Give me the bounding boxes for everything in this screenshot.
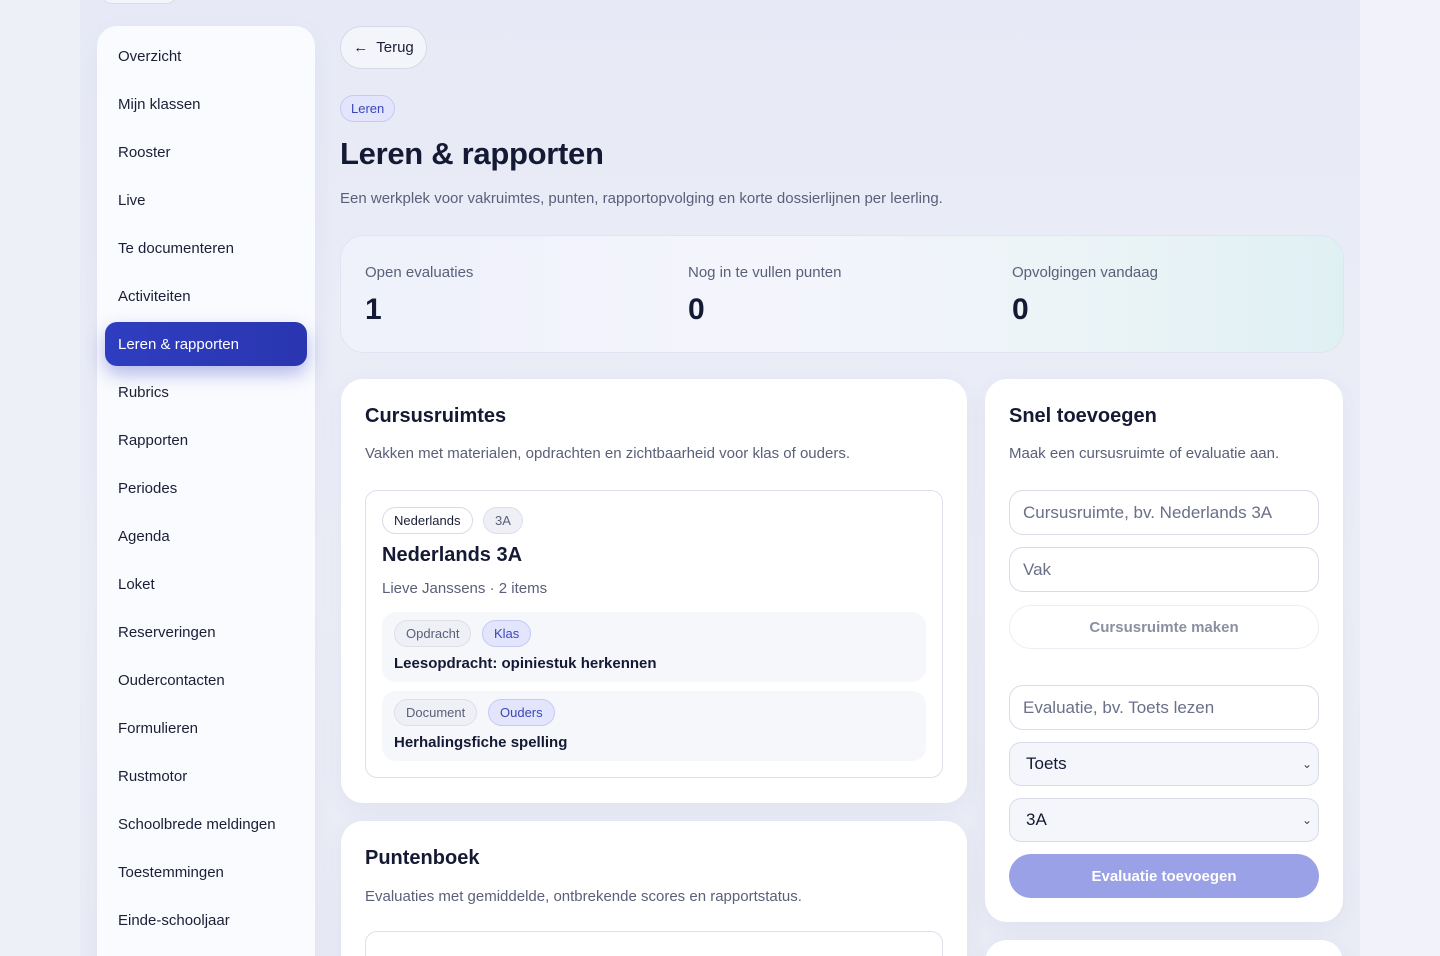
sidebar-item-rapporten[interactable]: Rapporten: [105, 418, 307, 462]
class-select[interactable]: 3A ⌄: [1009, 798, 1319, 842]
stat-nog-in-te-vullen: Nog in te vullen punten 0: [688, 264, 841, 327]
quick-add-subtitle: Maak een cursusruimte of evaluatie aan.: [1009, 445, 1280, 462]
back-button-label: Terug: [376, 39, 414, 56]
course-meta: Lieve Janssens · 2 items: [382, 580, 548, 597]
item-title: Herhalingsfiche spelling: [394, 734, 568, 751]
sidebar-item-loket[interactable]: Loket: [105, 562, 307, 606]
courses-card: Cursusruimtes Vakken met materialen, opd…: [341, 379, 967, 803]
sidebar-item-leren-rapporten[interactable]: Leren & rapporten: [105, 322, 307, 366]
item-type-chip: Opdracht: [394, 620, 472, 647]
gradebook-row[interactable]: [365, 931, 943, 956]
sidebar-item-rubrics[interactable]: Rubrics: [105, 370, 307, 414]
stat-opvolgingen-vandaag: Opvolgingen vandaag 0: [1012, 264, 1158, 327]
sidebar-item-einde-schooljaar[interactable]: Einde-schooljaar: [105, 898, 307, 942]
page-background-right: [1360, 0, 1440, 956]
evaluation-name-input[interactable]: Evaluatie, bv. Toets lezen: [1009, 685, 1319, 730]
list-item[interactable]: Opdracht Klas Leesopdracht: opiniestuk h…: [382, 612, 926, 682]
stat-label: Open evaluaties: [365, 264, 474, 281]
gradebook-title: Puntenboek: [365, 847, 480, 869]
sidebar-item-mijn-klassen[interactable]: Mijn klassen: [105, 82, 307, 126]
item-type-chip: Document: [394, 699, 478, 726]
item-audience-chip: Ouders: [488, 699, 555, 726]
evaluation-type-value: Toets: [1026, 754, 1067, 773]
stat-value: 1: [365, 293, 382, 326]
page-title: Leren & rapporten: [340, 136, 604, 171]
chevron-down-icon: ⌄: [1301, 757, 1312, 771]
top-pill: [100, 0, 178, 4]
arrow-left-icon: ←: [353, 39, 369, 56]
sidebar-item-toestemmingen[interactable]: Toestemmingen: [105, 850, 307, 894]
courses-title: Cursusruimtes: [365, 405, 507, 427]
course-card[interactable]: Nederlands 3A Nederlands 3A Lieve Jansse…: [365, 490, 943, 778]
sidebar-item-te-documenteren[interactable]: Te documenteren: [105, 226, 307, 270]
next-card: [985, 940, 1343, 956]
stat-label: Nog in te vullen punten: [688, 264, 842, 281]
sidebar-item-formulieren[interactable]: Formulieren: [105, 706, 307, 750]
sidebar-item-oudercontacten[interactable]: Oudercontacten: [105, 658, 307, 702]
section-tag: Leren: [340, 95, 396, 122]
subject-input[interactable]: Vak: [1009, 547, 1319, 592]
course-title: Nederlands 3A: [382, 544, 523, 566]
sidebar-item-rustmotor[interactable]: Rustmotor: [105, 754, 307, 798]
list-item[interactable]: Document Ouders Herhalingsfiche spelling: [382, 691, 926, 761]
sidebar-item-reserveringen[interactable]: Reserveringen: [105, 610, 307, 654]
quick-add-title: Snel toevoegen: [1009, 405, 1157, 427]
sidebar-item-overzicht[interactable]: Overzicht: [105, 34, 307, 78]
class-value: 3A: [1026, 810, 1047, 829]
back-button[interactable]: ← Terug: [340, 26, 427, 69]
stats-panel: Open evaluaties 1 Nog in te vullen punte…: [340, 235, 1344, 353]
add-evaluation-button[interactable]: Evaluatie toevoegen: [1009, 854, 1319, 898]
item-title: Leesopdracht: opiniestuk herkennen: [394, 655, 657, 672]
sidebar: Overzicht Mijn klassen Rooster Live Te d…: [97, 26, 315, 956]
course-name-input[interactable]: Cursusruimte, bv. Nederlands 3A: [1009, 490, 1319, 535]
gradebook-subtitle: Evaluaties met gemiddelde, ontbrekende s…: [365, 888, 802, 905]
sidebar-item-activiteiten[interactable]: Activiteiten: [105, 274, 307, 318]
sidebar-item-live[interactable]: Live: [105, 178, 307, 222]
class-chip: 3A: [483, 507, 523, 534]
evaluation-type-select[interactable]: Toets ⌄: [1009, 742, 1319, 786]
stat-label: Opvolgingen vandaag: [1012, 264, 1158, 281]
item-audience-chip: Klas: [482, 620, 532, 647]
gradebook-card: Puntenboek Evaluaties met gemiddelde, on…: [341, 821, 967, 956]
sidebar-item-schoolbrede-meldingen[interactable]: Schoolbrede meldingen: [105, 802, 307, 846]
courses-subtitle: Vakken met materialen, opdrachten en zic…: [365, 445, 850, 462]
stat-value: 0: [688, 293, 705, 326]
create-course-button[interactable]: Cursusruimte maken: [1009, 605, 1319, 649]
quick-add-card: Snel toevoegen Maak een cursusruimte of …: [985, 379, 1343, 922]
sidebar-item-periodes[interactable]: Periodes: [105, 466, 307, 510]
stat-open-evaluaties: Open evaluaties 1: [365, 264, 473, 327]
page-subtitle: Een werkplek voor vakruimtes, punten, ra…: [340, 190, 943, 207]
stat-value: 0: [1012, 293, 1029, 326]
subject-chip: Nederlands: [382, 507, 473, 534]
sidebar-item-agenda[interactable]: Agenda: [105, 514, 307, 558]
chevron-down-icon: ⌄: [1301, 813, 1312, 827]
sidebar-item-rooster[interactable]: Rooster: [105, 130, 307, 174]
